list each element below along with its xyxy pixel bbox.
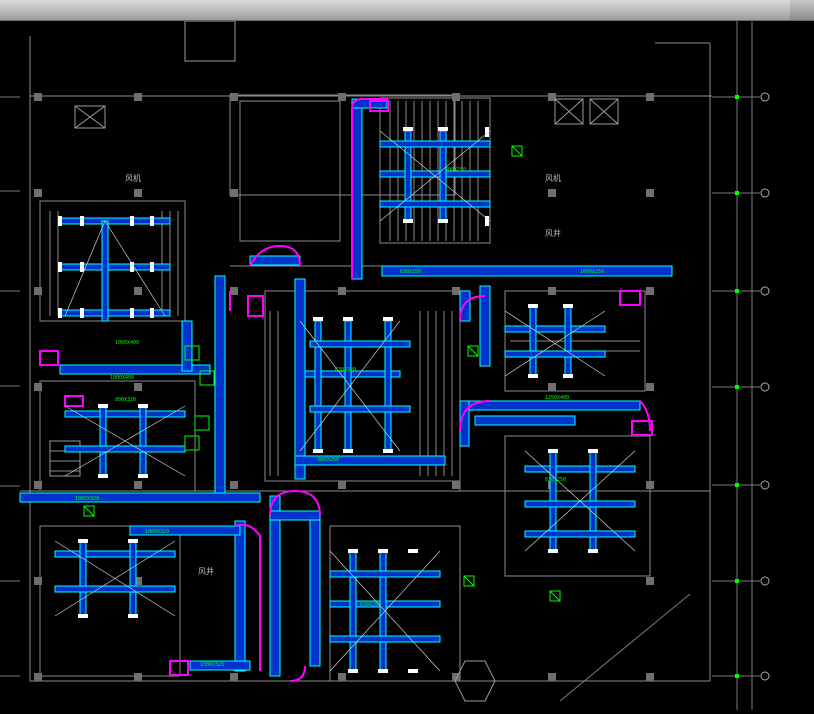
duct-label: 1000X400 [110, 375, 134, 381]
duct-label: 630X250 [360, 602, 381, 608]
grid-bubbles [760, 92, 770, 681]
window-title-edge [790, 0, 814, 20]
duct-label: 1000X250 [580, 269, 604, 275]
cad-drawing-canvas[interactable]: 1000X400 1000X400 630X250 1000X250 400X2… [0, 20, 814, 710]
duct-label: 1250X400 [545, 395, 569, 401]
duct-label: 1000X400 [115, 340, 139, 346]
duct-label: 630X250 [400, 269, 421, 275]
duct-label: 630X250 [545, 477, 566, 483]
duct-label: 800X250 [318, 457, 339, 463]
window-title-bar [0, 0, 814, 21]
duct-label: 630X320 [335, 367, 356, 373]
room-mark: 风井 [545, 228, 561, 238]
room-mark: 风机 [125, 173, 141, 183]
duct-label: 1000X320 [200, 662, 224, 668]
diagonal-grid-line [559, 593, 691, 702]
room-mark: 风井 [198, 566, 214, 576]
room-mark: 风机 [545, 173, 561, 183]
cad-drawing-svg: 1000X400 1000X400 630X250 1000X250 400X2… [0, 20, 770, 710]
duct-label: 800X320 [115, 397, 136, 403]
duct-label: 1000X320 [75, 496, 99, 502]
duct-label: 400X250 [445, 167, 466, 173]
duct-label: 1000X320 [145, 529, 169, 535]
